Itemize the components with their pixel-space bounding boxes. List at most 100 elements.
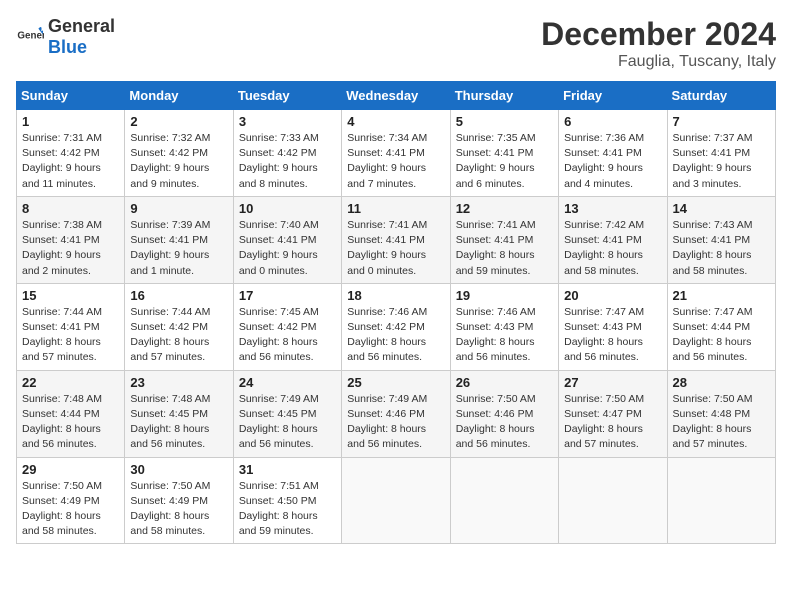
col-monday: Monday bbox=[125, 82, 233, 110]
day-info: Sunrise: 7:39 AM Sunset: 4:41 PM Dayligh… bbox=[130, 218, 227, 279]
day-number: 13 bbox=[564, 201, 661, 216]
day-info: Sunrise: 7:33 AM Sunset: 4:42 PM Dayligh… bbox=[239, 131, 336, 192]
day-number: 27 bbox=[564, 375, 661, 390]
calendar-cell: 16 Sunrise: 7:44 AM Sunset: 4:42 PM Dayl… bbox=[125, 283, 233, 370]
calendar-week-row: 29 Sunrise: 7:50 AM Sunset: 4:49 PM Dayl… bbox=[17, 457, 776, 544]
calendar-cell: 25 Sunrise: 7:49 AM Sunset: 4:46 PM Dayl… bbox=[342, 370, 450, 457]
day-number: 12 bbox=[456, 201, 553, 216]
day-number: 14 bbox=[673, 201, 770, 216]
calendar-cell: 13 Sunrise: 7:42 AM Sunset: 4:41 PM Dayl… bbox=[559, 196, 667, 283]
calendar-cell: 6 Sunrise: 7:36 AM Sunset: 4:41 PM Dayli… bbox=[559, 110, 667, 197]
day-info: Sunrise: 7:47 AM Sunset: 4:43 PM Dayligh… bbox=[564, 305, 661, 366]
day-number: 7 bbox=[673, 114, 770, 129]
col-sunday: Sunday bbox=[17, 82, 125, 110]
col-friday: Friday bbox=[559, 82, 667, 110]
day-info: Sunrise: 7:46 AM Sunset: 4:42 PM Dayligh… bbox=[347, 305, 444, 366]
day-number: 24 bbox=[239, 375, 336, 390]
col-wednesday: Wednesday bbox=[342, 82, 450, 110]
day-number: 28 bbox=[673, 375, 770, 390]
calendar-cell: 7 Sunrise: 7:37 AM Sunset: 4:41 PM Dayli… bbox=[667, 110, 775, 197]
calendar-cell: 3 Sunrise: 7:33 AM Sunset: 4:42 PM Dayli… bbox=[233, 110, 341, 197]
day-number: 16 bbox=[130, 288, 227, 303]
day-number: 2 bbox=[130, 114, 227, 129]
calendar-cell: 12 Sunrise: 7:41 AM Sunset: 4:41 PM Dayl… bbox=[450, 196, 558, 283]
day-info: Sunrise: 7:34 AM Sunset: 4:41 PM Dayligh… bbox=[347, 131, 444, 192]
calendar-cell bbox=[342, 457, 450, 544]
calendar-cell: 2 Sunrise: 7:32 AM Sunset: 4:42 PM Dayli… bbox=[125, 110, 233, 197]
day-number: 8 bbox=[22, 201, 119, 216]
calendar-cell bbox=[667, 457, 775, 544]
calendar-header-row: Sunday Monday Tuesday Wednesday Thursday… bbox=[17, 82, 776, 110]
day-info: Sunrise: 7:41 AM Sunset: 4:41 PM Dayligh… bbox=[456, 218, 553, 279]
day-info: Sunrise: 7:44 AM Sunset: 4:42 PM Dayligh… bbox=[130, 305, 227, 366]
day-number: 21 bbox=[673, 288, 770, 303]
col-tuesday: Tuesday bbox=[233, 82, 341, 110]
calendar-cell: 11 Sunrise: 7:41 AM Sunset: 4:41 PM Dayl… bbox=[342, 196, 450, 283]
day-number: 31 bbox=[239, 462, 336, 477]
day-info: Sunrise: 7:37 AM Sunset: 4:41 PM Dayligh… bbox=[673, 131, 770, 192]
day-info: Sunrise: 7:44 AM Sunset: 4:41 PM Dayligh… bbox=[22, 305, 119, 366]
calendar-cell: 23 Sunrise: 7:48 AM Sunset: 4:45 PM Dayl… bbox=[125, 370, 233, 457]
day-info: Sunrise: 7:50 AM Sunset: 4:46 PM Dayligh… bbox=[456, 392, 553, 453]
calendar-week-row: 15 Sunrise: 7:44 AM Sunset: 4:41 PM Dayl… bbox=[17, 283, 776, 370]
logo-general: General bbox=[48, 16, 115, 36]
day-info: Sunrise: 7:36 AM Sunset: 4:41 PM Dayligh… bbox=[564, 131, 661, 192]
day-number: 25 bbox=[347, 375, 444, 390]
col-thursday: Thursday bbox=[450, 82, 558, 110]
calendar-cell: 5 Sunrise: 7:35 AM Sunset: 4:41 PM Dayli… bbox=[450, 110, 558, 197]
calendar-cell: 27 Sunrise: 7:50 AM Sunset: 4:47 PM Dayl… bbox=[559, 370, 667, 457]
calendar-week-row: 8 Sunrise: 7:38 AM Sunset: 4:41 PM Dayli… bbox=[17, 196, 776, 283]
day-info: Sunrise: 7:50 AM Sunset: 4:47 PM Dayligh… bbox=[564, 392, 661, 453]
day-number: 18 bbox=[347, 288, 444, 303]
day-number: 1 bbox=[22, 114, 119, 129]
day-number: 20 bbox=[564, 288, 661, 303]
day-number: 15 bbox=[22, 288, 119, 303]
calendar-cell: 30 Sunrise: 7:50 AM Sunset: 4:49 PM Dayl… bbox=[125, 457, 233, 544]
calendar-week-row: 1 Sunrise: 7:31 AM Sunset: 4:42 PM Dayli… bbox=[17, 110, 776, 197]
calendar-cell: 26 Sunrise: 7:50 AM Sunset: 4:46 PM Dayl… bbox=[450, 370, 558, 457]
calendar-cell: 9 Sunrise: 7:39 AM Sunset: 4:41 PM Dayli… bbox=[125, 196, 233, 283]
day-number: 30 bbox=[130, 462, 227, 477]
day-number: 29 bbox=[22, 462, 119, 477]
calendar-cell: 24 Sunrise: 7:49 AM Sunset: 4:45 PM Dayl… bbox=[233, 370, 341, 457]
day-info: Sunrise: 7:50 AM Sunset: 4:49 PM Dayligh… bbox=[22, 479, 119, 540]
month-title: December 2024 bbox=[541, 16, 776, 53]
day-number: 6 bbox=[564, 114, 661, 129]
calendar-cell: 21 Sunrise: 7:47 AM Sunset: 4:44 PM Dayl… bbox=[667, 283, 775, 370]
calendar-cell: 19 Sunrise: 7:46 AM Sunset: 4:43 PM Dayl… bbox=[450, 283, 558, 370]
day-info: Sunrise: 7:35 AM Sunset: 4:41 PM Dayligh… bbox=[456, 131, 553, 192]
calendar-cell: 8 Sunrise: 7:38 AM Sunset: 4:41 PM Dayli… bbox=[17, 196, 125, 283]
col-saturday: Saturday bbox=[667, 82, 775, 110]
day-number: 17 bbox=[239, 288, 336, 303]
calendar-cell: 10 Sunrise: 7:40 AM Sunset: 4:41 PM Dayl… bbox=[233, 196, 341, 283]
day-number: 5 bbox=[456, 114, 553, 129]
calendar-cell: 15 Sunrise: 7:44 AM Sunset: 4:41 PM Dayl… bbox=[17, 283, 125, 370]
logo-icon: General bbox=[16, 23, 44, 51]
logo-blue: Blue bbox=[48, 37, 87, 57]
day-number: 10 bbox=[239, 201, 336, 216]
calendar-cell: 28 Sunrise: 7:50 AM Sunset: 4:48 PM Dayl… bbox=[667, 370, 775, 457]
day-info: Sunrise: 7:50 AM Sunset: 4:48 PM Dayligh… bbox=[673, 392, 770, 453]
day-number: 22 bbox=[22, 375, 119, 390]
day-number: 4 bbox=[347, 114, 444, 129]
day-info: Sunrise: 7:45 AM Sunset: 4:42 PM Dayligh… bbox=[239, 305, 336, 366]
day-info: Sunrise: 7:38 AM Sunset: 4:41 PM Dayligh… bbox=[22, 218, 119, 279]
day-info: Sunrise: 7:43 AM Sunset: 4:41 PM Dayligh… bbox=[673, 218, 770, 279]
day-number: 26 bbox=[456, 375, 553, 390]
calendar-cell bbox=[450, 457, 558, 544]
calendar-cell bbox=[559, 457, 667, 544]
day-info: Sunrise: 7:31 AM Sunset: 4:42 PM Dayligh… bbox=[22, 131, 119, 192]
calendar-cell: 31 Sunrise: 7:51 AM Sunset: 4:50 PM Dayl… bbox=[233, 457, 341, 544]
calendar-cell: 22 Sunrise: 7:48 AM Sunset: 4:44 PM Dayl… bbox=[17, 370, 125, 457]
day-number: 11 bbox=[347, 201, 444, 216]
day-info: Sunrise: 7:48 AM Sunset: 4:44 PM Dayligh… bbox=[22, 392, 119, 453]
header: General General Blue December 2024 Faugl… bbox=[16, 16, 776, 71]
day-info: Sunrise: 7:47 AM Sunset: 4:44 PM Dayligh… bbox=[673, 305, 770, 366]
day-info: Sunrise: 7:48 AM Sunset: 4:45 PM Dayligh… bbox=[130, 392, 227, 453]
day-info: Sunrise: 7:40 AM Sunset: 4:41 PM Dayligh… bbox=[239, 218, 336, 279]
calendar-cell: 1 Sunrise: 7:31 AM Sunset: 4:42 PM Dayli… bbox=[17, 110, 125, 197]
day-number: 19 bbox=[456, 288, 553, 303]
logo: General General Blue bbox=[16, 16, 115, 58]
day-info: Sunrise: 7:49 AM Sunset: 4:45 PM Dayligh… bbox=[239, 392, 336, 453]
svg-text:General: General bbox=[17, 30, 44, 41]
